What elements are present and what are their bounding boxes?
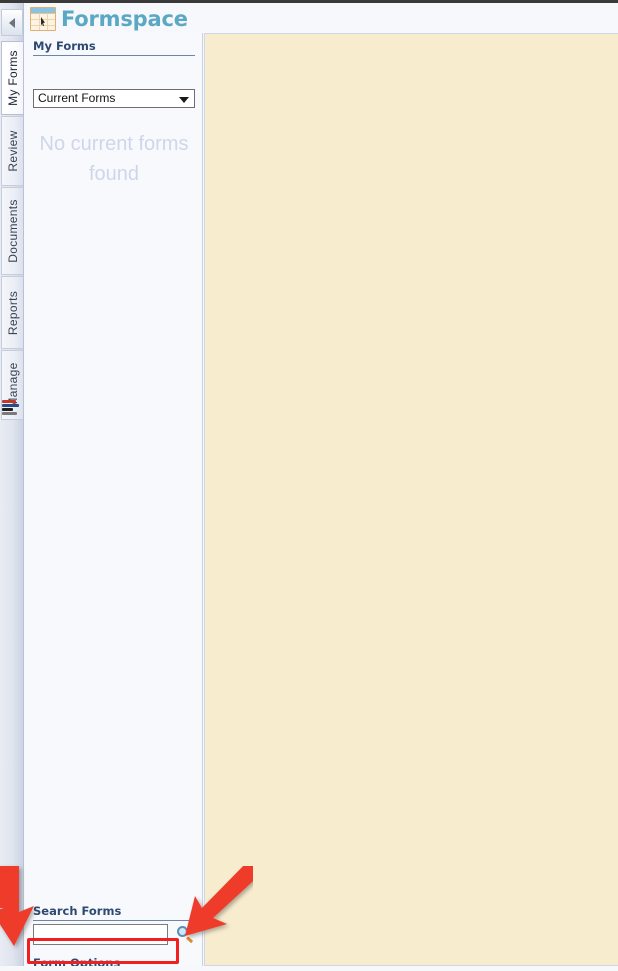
- sidebar-tab-reports[interactable]: Reports: [1, 276, 23, 349]
- collapse-left-triangle-icon: [9, 17, 15, 28]
- sidebar-tab-label: Reports: [5, 290, 20, 335]
- formspace-app-window: My Forms Review Documents Reports Manage…: [0, 0, 618, 971]
- my-forms-section-heading: My Forms: [33, 39, 195, 56]
- page-title: Formspace: [61, 6, 188, 31]
- app-brand: Formspace: [30, 4, 188, 34]
- my-forms-panel: My Forms Current Forms No current forms …: [25, 33, 203, 970]
- tab-overflow-icon[interactable]: [2, 400, 21, 415]
- search-input[interactable]: [33, 924, 168, 945]
- forms-filter-selected-value: Current Forms: [38, 91, 116, 105]
- window-bottom-strip: [0, 966, 618, 971]
- empty-state-message: No current forms found: [39, 133, 189, 185]
- search-forms-section-heading: Search Forms: [33, 904, 195, 921]
- sidebar-tab-label: Review: [5, 130, 20, 172]
- sidebar-collapse-button[interactable]: [1, 9, 23, 36]
- chevron-down-icon: [179, 97, 189, 103]
- form-grid-icon: [30, 7, 56, 31]
- search-magnifier-icon[interactable]: [177, 926, 195, 944]
- sidebar-tab-label: Documents: [5, 199, 20, 263]
- sidebar-tab-review[interactable]: Review: [1, 116, 23, 186]
- sidebar-tab-documents[interactable]: Documents: [1, 187, 23, 275]
- forms-filter-select[interactable]: Current Forms: [33, 89, 195, 108]
- form-content-panel: [204, 33, 618, 966]
- search-forms-row: [33, 924, 195, 946]
- vertical-tab-rail: My Forms Review Documents Reports Manage: [0, 3, 24, 968]
- sidebar-tab-label: My Forms: [5, 50, 20, 106]
- sidebar-tab-my-forms[interactable]: My Forms: [1, 41, 23, 115]
